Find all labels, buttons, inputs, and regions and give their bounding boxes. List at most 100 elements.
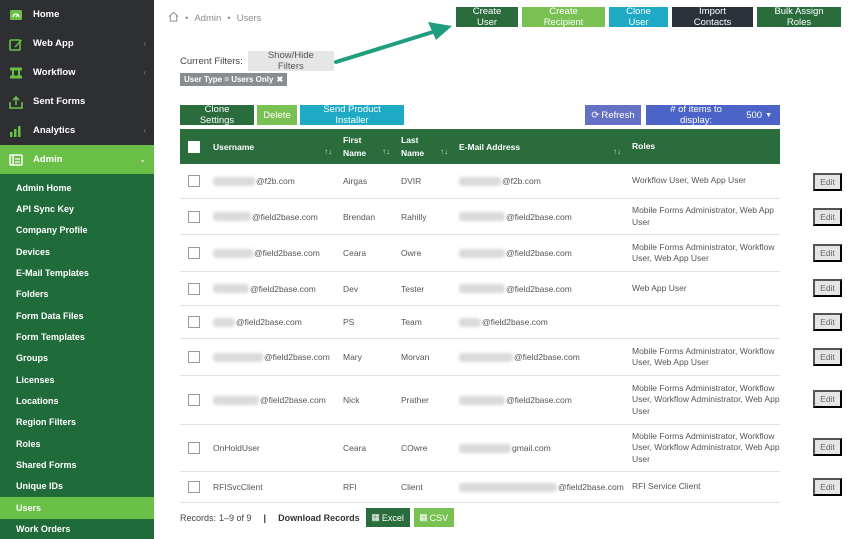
cell-last-name: DVIR	[401, 176, 422, 186]
column-username[interactable]: Username ↑↓	[207, 129, 337, 164]
table-row[interactable]: @field2base.com Dev Tester @field2base.c…	[180, 272, 780, 306]
sidebar-item-devices[interactable]: Devices	[0, 241, 154, 262]
clone-user-button[interactable]: Clone User	[609, 6, 668, 28]
import-contacts-button[interactable]: Import Contacts	[672, 6, 753, 28]
edit-button[interactable]: Edit	[813, 173, 842, 191]
filter-tag: User Type = Users Only ✖	[180, 73, 288, 86]
column-last-name[interactable]: Last Name ↑↓	[395, 129, 453, 164]
sidebar-item-folders[interactable]: Folders	[0, 284, 154, 305]
cell-email: @field2base.com	[506, 395, 572, 405]
row-checkbox[interactable]	[187, 481, 200, 493]
cell-username: @field2base.com	[264, 352, 330, 362]
sidebar-item-roles[interactable]: Roles	[0, 433, 154, 454]
edit-button[interactable]: Edit	[813, 313, 842, 331]
edit-button[interactable]: Edit	[813, 244, 842, 262]
table-row[interactable]: RFISvcClient RFI Client @field2base.com …	[180, 472, 780, 503]
sidebar-item-groups[interactable]: Groups	[0, 348, 154, 369]
sidebar-item-form-data-files[interactable]: Form Data Files	[0, 305, 154, 326]
refresh-button[interactable]: ⟳ Refresh	[585, 105, 641, 125]
table-row[interactable]: @field2base.com Brendan Rahilly @field2b…	[180, 199, 780, 235]
footer-separator: |	[263, 512, 267, 523]
sidebar-item-label: Admin	[33, 154, 63, 165]
sidebar-item-shared-forms[interactable]: Shared Forms	[0, 454, 154, 475]
sidebar-item-label: Workflow	[33, 67, 76, 78]
row-checkbox[interactable]	[187, 394, 200, 406]
speedometer-icon	[8, 7, 24, 23]
edit-button[interactable]: Edit	[813, 478, 842, 496]
sidebar-item-label: Web App	[33, 38, 74, 49]
cell-roles: Mobile Forms Administrator, Workflow Use…	[632, 382, 780, 416]
sidebar-item-work-orders[interactable]: Work Orders	[0, 519, 154, 539]
cell-username: @field2base.com	[250, 283, 316, 294]
edit-button[interactable]: Edit	[813, 390, 842, 408]
sidebar-item-label: Analytics	[33, 125, 76, 136]
excel-button[interactable]: ▦ Excel	[365, 508, 410, 527]
cell-roles: Workflow User, Web App User	[632, 175, 747, 186]
table-row[interactable]: @field2base.com Ceara Owre @field2base.c…	[180, 235, 780, 272]
row-checkbox[interactable]	[187, 247, 200, 259]
row-checkbox[interactable]	[187, 282, 200, 295]
breadcrumb-admin[interactable]: Admin	[194, 13, 221, 24]
cell-last-name: Team	[401, 317, 422, 327]
table-row[interactable]: @f2b.com Airgas DVIR @f2b.com Workflow U…	[180, 164, 780, 199]
table-row[interactable]: OnHoldUser Ceara COwre gmail.com Mobile …	[180, 425, 780, 472]
bulk-assign-roles-button[interactable]: Bulk Assign Roles	[757, 6, 841, 28]
cell-roles	[626, 306, 780, 338]
sidebar-item-sent-forms[interactable]: Sent Forms	[0, 87, 154, 116]
edit-button[interactable]: Edit	[813, 348, 842, 366]
row-checkbox[interactable]	[187, 442, 200, 454]
redacted-text	[459, 317, 481, 327]
row-checkbox[interactable]	[187, 316, 200, 328]
row-checkbox[interactable]	[187, 175, 200, 187]
redacted-text	[213, 248, 253, 258]
table-row[interactable]: @field2base.com PS Team @field2base.com	[180, 306, 780, 339]
edit-button[interactable]: Edit	[813, 208, 842, 226]
cell-username: @f2b.com	[256, 176, 295, 186]
csv-button[interactable]: ▦ CSV	[413, 508, 454, 527]
cell-last-name: COwre	[401, 443, 428, 453]
show-hide-filters-button[interactable]: Show/Hide Filters	[247, 50, 334, 72]
sidebar-item-web-app[interactable]: Web App ‹	[0, 29, 154, 58]
redacted-text	[459, 395, 505, 405]
delete-button[interactable]: Delete	[257, 105, 297, 125]
row-checkbox[interactable]	[187, 210, 200, 223]
sidebar-item-admin[interactable]: Admin ⌄	[0, 145, 154, 174]
sidebar-item-home[interactable]: Home	[0, 0, 154, 29]
close-icon[interactable]: ✖	[276, 75, 283, 84]
sort-icon: ↑↓	[440, 147, 448, 156]
sidebar-item-api-sync-key[interactable]: API Sync Key	[0, 198, 154, 219]
cell-last-name: Prather	[401, 395, 429, 405]
row-checkbox[interactable]	[187, 351, 200, 363]
home-icon[interactable]	[168, 11, 179, 25]
edit-button[interactable]: Edit	[813, 438, 842, 456]
sidebar-item-company-profile[interactable]: Company Profile	[0, 220, 154, 241]
sidebar-item-analytics[interactable]: Analytics ‹	[0, 116, 154, 145]
table-row[interactable]: @field2base.com Nick Prather @field2base…	[180, 376, 780, 425]
sidebar-item-label: Sent Forms	[33, 96, 86, 107]
items-to-display-dropdown[interactable]: # of items to display: 500 ▼	[646, 104, 780, 126]
sidebar-item-unique-ids[interactable]: Unique IDs	[0, 476, 154, 497]
top-action-buttons: Create User Create Recipient Clone User …	[456, 6, 841, 28]
clone-settings-button[interactable]: Clone Settings	[180, 104, 254, 126]
sidebar-item-locations[interactable]: Locations	[0, 390, 154, 411]
sort-icon: ↑↓	[613, 147, 621, 156]
create-recipient-button[interactable]: Create Recipient	[522, 6, 605, 28]
sidebar-item-users[interactable]: Users	[0, 497, 154, 519]
sidebar-item-form-templates[interactable]: Form Templates	[0, 326, 154, 347]
column-first-name[interactable]: First Name ↑↓	[337, 129, 395, 164]
select-all-checkbox[interactable]	[187, 140, 200, 153]
sidebar-item-admin-home[interactable]: Admin Home	[0, 177, 154, 198]
sidebar-item-email-templates[interactable]: E-Mail Templates	[0, 262, 154, 283]
send-product-installer-button[interactable]: Send Product Installer	[300, 104, 404, 126]
sidebar-item-licenses[interactable]: Licenses	[0, 369, 154, 390]
edit-button[interactable]: Edit	[813, 279, 842, 297]
column-email[interactable]: E-Mail Address ↑↓	[453, 129, 626, 164]
table-row[interactable]: @field2base.com Mary Morvan @field2base.…	[180, 339, 780, 376]
cell-email: @field2base.com	[482, 317, 548, 327]
column-roles[interactable]: Roles	[626, 129, 780, 164]
create-user-button[interactable]: Create User	[456, 6, 518, 28]
sidebar-item-workflow[interactable]: Workflow ‹	[0, 58, 154, 87]
cell-first-name: Dev	[343, 283, 359, 294]
sidebar-item-region-filters[interactable]: Region Filters	[0, 412, 154, 433]
sort-icon: ↑↓	[324, 147, 332, 156]
